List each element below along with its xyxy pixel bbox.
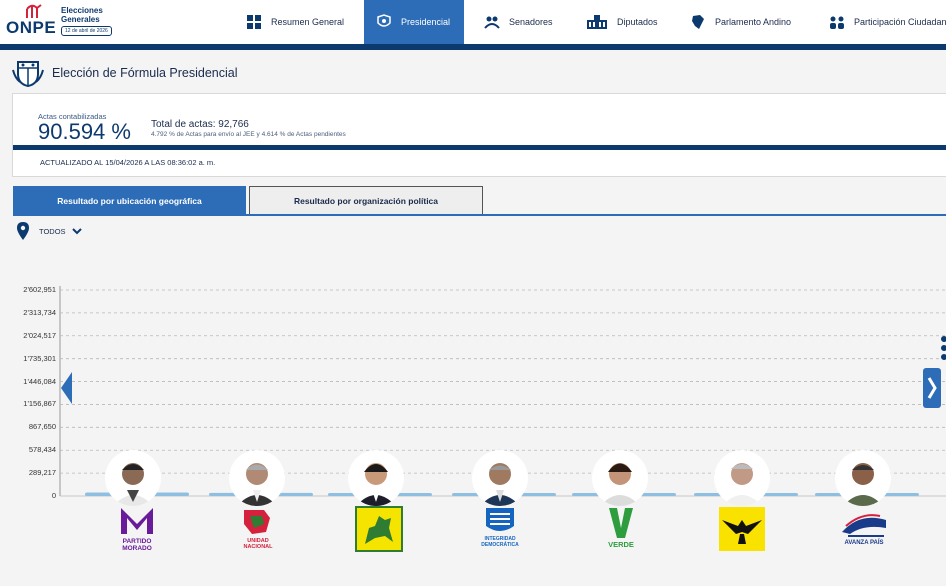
- chart-prev-arrow[interactable]: [61, 372, 73, 404]
- nav-parlamento-andino[interactable]: Parlamento Andino: [690, 0, 791, 44]
- tab-organization-results[interactable]: Resultado por organización política: [249, 186, 483, 215]
- y-tick-label: 1'156,867: [23, 399, 56, 409]
- location-pin-icon: [17, 222, 29, 240]
- top-navigation-bar: ONPE Elecciones Generales 12 de abril de…: [0, 0, 946, 44]
- candidate-photo[interactable]: [348, 450, 404, 506]
- party-logo-verde[interactable]: VERDE: [597, 506, 645, 552]
- updated-timestamp: ACTUALIZADO AL 15/04/2026 A LAS 08:36:02…: [40, 158, 216, 167]
- location-filter-value: TODOS: [39, 226, 66, 236]
- candidate-photo[interactable]: [105, 450, 161, 506]
- candidate-portrait: [113, 463, 153, 506]
- candidate-portrait: [600, 463, 640, 506]
- y-tick-label: 289,217: [28, 468, 56, 478]
- nav-participacion-ciudadana[interactable]: Participación Ciudadana: [829, 0, 946, 44]
- partial-icon: [941, 336, 946, 360]
- tab-underline: [13, 214, 946, 216]
- nav-label: Parlamento Andino: [715, 17, 792, 27]
- party-logo-text: INTEGRIDAD DEMOCRÁTICA: [481, 536, 519, 548]
- candidate-portrait: [480, 463, 520, 506]
- candidate-portrait: [722, 463, 762, 506]
- tab-geographic-results[interactable]: Resultado por ubicación geográfica: [13, 186, 246, 215]
- party-logo-text: UNIDAD NACIONAL: [243, 538, 273, 550]
- y-tick-label: 2'602,951: [23, 285, 56, 294]
- nav-label: Diputados: [617, 17, 658, 27]
- nav-divider: [0, 44, 946, 50]
- party-logo: [719, 507, 765, 551]
- logo-election-title: Elecciones Generales: [61, 6, 103, 24]
- y-tick-label: 0: [51, 491, 56, 500]
- presidential-shield-icon: [377, 14, 391, 27]
- location-filter[interactable]: TODOS: [17, 222, 82, 240]
- y-tick-label: 1'735,301: [23, 353, 56, 363]
- party-logo-text: VERDE: [608, 540, 634, 549]
- page-title-row: Elección de Fórmula Presidencial: [12, 58, 238, 88]
- people-icon: [830, 16, 844, 29]
- actas-percentage: 90.594 %: [38, 119, 131, 144]
- nav-presidencial[interactable]: Presidencial: [364, 0, 465, 44]
- logo-onpe-text: ONPE: [6, 18, 57, 37]
- summary-card: Actas contabilizadas 90.594 % Total de a…: [12, 93, 946, 177]
- y-tick-label: 2'313,734: [23, 307, 56, 317]
- party-logo-text: AVANZA PAÍS: [844, 540, 884, 546]
- actas-detail: 4.792 % de Actas para envío al JEE y 4.6…: [151, 131, 346, 138]
- candidate-portrait: [843, 463, 883, 506]
- party-logo-unidad-nacional[interactable]: UNIDAD NACIONAL: [234, 506, 282, 552]
- page-title: Elección de Fórmula Presidencial: [52, 66, 238, 80]
- party-logo-avanza-pais[interactable]: AVANZA PAÍS: [840, 506, 888, 552]
- candidate-photo[interactable]: [714, 450, 770, 506]
- candidate-photo[interactable]: [592, 450, 648, 506]
- party-logo: [355, 506, 403, 552]
- chart-next-button[interactable]: [923, 368, 941, 408]
- chevron-down-icon: [71, 227, 82, 234]
- party-logo-partido-morado[interactable]: PARTIDO MORADO: [113, 506, 161, 552]
- y-tick-label: 578,434: [28, 445, 56, 455]
- progress-bar: [13, 145, 946, 150]
- chevron-right-icon: [927, 377, 937, 399]
- candidate-photo[interactable]: [229, 450, 285, 506]
- nav-diputados[interactable]: Diputados: [586, 0, 658, 44]
- onpe-logo[interactable]: ONPE Elecciones Generales 12 de abril de…: [6, 4, 116, 40]
- party-logo-dog[interactable]: [355, 506, 403, 552]
- candidate-photo[interactable]: [472, 450, 528, 506]
- nav-resumen-general[interactable]: Resumen General: [246, 0, 344, 44]
- candidate-portrait: [356, 463, 396, 506]
- nav-label: Resumen General: [271, 17, 345, 27]
- grid-icon: [247, 15, 261, 29]
- party-logo-text: PARTIDO MORADO: [122, 538, 152, 552]
- nav-label: Senadores: [509, 17, 553, 27]
- nav-senadores[interactable]: Senadores: [484, 0, 553, 44]
- logo-election-date: 12 de abril de 2026: [61, 26, 112, 36]
- candidate-portrait: [237, 463, 277, 506]
- y-tick-label: 867,650: [28, 422, 56, 432]
- andean-map-icon: [692, 15, 704, 29]
- congress-building-icon: [587, 15, 607, 29]
- y-tick-label: 1'446,084: [23, 376, 56, 386]
- party-logo-integridad-democratica[interactable]: INTEGRIDAD DEMOCRÁTICA: [476, 506, 524, 552]
- peru-coat-of-arms-icon: [12, 61, 44, 88]
- party-logo-condor[interactable]: [718, 506, 766, 552]
- candidate-photo[interactable]: [835, 450, 891, 506]
- nav-label: Presidencial: [401, 17, 451, 27]
- y-tick-label: 2'024,517: [23, 330, 56, 340]
- nav-label: Participación Ciudadana: [854, 17, 946, 27]
- senate-icon: [484, 16, 500, 29]
- total-actas: Total de actas: 92,766: [151, 119, 249, 130]
